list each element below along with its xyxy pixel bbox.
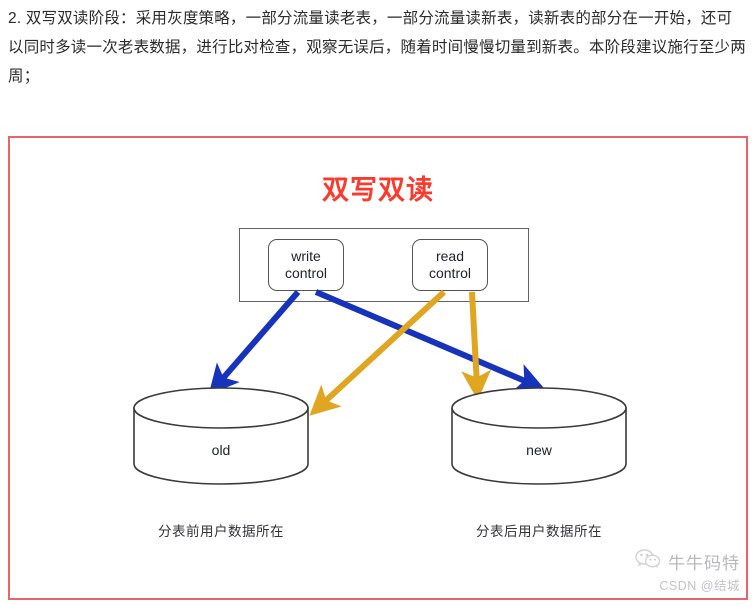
wechat-icon bbox=[635, 549, 661, 574]
arrow-read-to-new bbox=[461, 291, 492, 401]
arrow-read-to-old bbox=[309, 289, 447, 416]
new-database-cylinder: new bbox=[450, 386, 628, 486]
figure-frame: 双写双读 write control read control old new … bbox=[8, 136, 748, 600]
read-control-node: read control bbox=[412, 239, 488, 291]
new-database-label: new bbox=[526, 442, 552, 458]
old-database-cylinder: old bbox=[132, 386, 310, 486]
watermark-brand: 牛牛码特 bbox=[635, 549, 740, 574]
old-database-label: old bbox=[211, 442, 231, 458]
arrow-write-to-old bbox=[208, 290, 301, 395]
write-control-label-line2: control bbox=[284, 265, 328, 281]
watermark: 牛牛码特 CSDN @结城 bbox=[635, 549, 740, 594]
old-database-caption: 分表前用户数据所在 bbox=[158, 524, 284, 539]
watermark-brand-name: 牛牛码特 bbox=[668, 554, 740, 573]
write-control-node: write control bbox=[268, 239, 344, 291]
write-control-label-line1: write bbox=[291, 248, 321, 264]
new-database-caption: 分表后用户数据所在 bbox=[476, 524, 602, 539]
figure-title: 双写双读 bbox=[322, 175, 434, 205]
intro-paragraph: 2. 双写双读阶段：采用灰度策略，一部分流量读老表，一部分流量读新表，读新表的部… bbox=[8, 10, 746, 85]
watermark-credit: CSDN @结城 bbox=[659, 579, 740, 593]
arrow-write-to-new bbox=[314, 289, 546, 392]
read-control-label-line2: control bbox=[428, 265, 472, 281]
read-control-label-line1: read bbox=[435, 248, 465, 264]
